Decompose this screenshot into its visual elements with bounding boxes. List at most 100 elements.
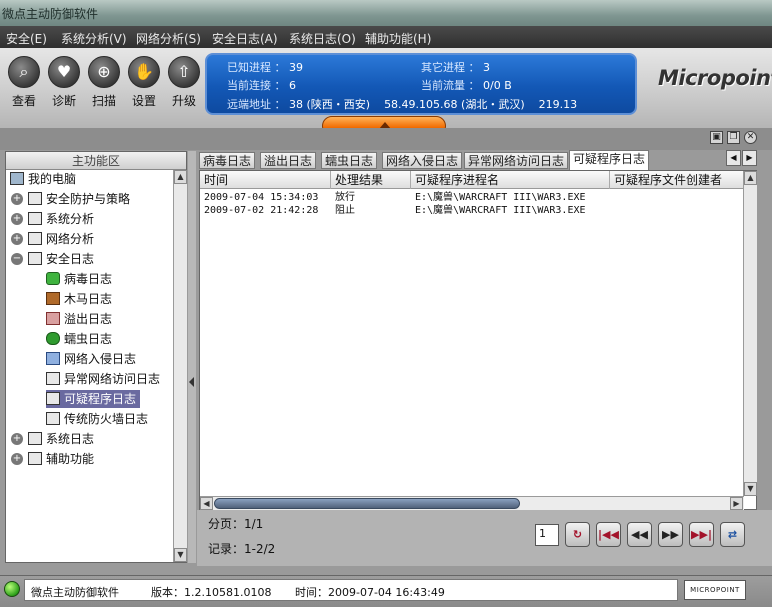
prev-page-button[interactable]: ◀◀	[627, 522, 652, 547]
content-top-strip	[0, 128, 772, 150]
cell-process: E:\魔兽\WARCRAFT III\WAR3.EXE	[415, 192, 586, 203]
tree-item[interactable]: − 安全日志	[6, 250, 98, 268]
tab-abnormal-network-log[interactable]: 异常网络访问日志	[464, 152, 569, 169]
collapse-icon[interactable]: −	[11, 253, 23, 265]
expand-icon[interactable]: +	[11, 453, 23, 465]
tab-overflow-log[interactable]: 溢出日志	[260, 152, 317, 169]
scroll-right-icon[interactable]: ▶	[730, 497, 743, 510]
log-table: 时间 处理结果 可疑程序进程名 可疑程序文件创建者 2009-07-04 15:…	[199, 170, 757, 510]
remote-address-stat: 远端地址 ： 38 (陕西・西安) 58.49.105.68 (湖北・武汉) 2…	[227, 98, 578, 111]
traffic-stat: 当前流量 ： 0/0 B	[421, 79, 512, 92]
computer-icon	[10, 172, 24, 185]
close-icon[interactable]: ✕	[744, 131, 757, 144]
tree-item[interactable]: 可疑程序日志	[46, 390, 141, 408]
tree-item[interactable]: 溢出日志	[46, 310, 116, 328]
expand-icon[interactable]: +	[11, 193, 23, 205]
tab-scroll-left-icon[interactable]: ◀	[726, 150, 741, 166]
panel-splitter[interactable]	[188, 151, 196, 563]
tree-item[interactable]: 网络入侵日志	[46, 350, 140, 368]
tree-item-label: 病毒日志	[64, 272, 113, 286]
sync-button[interactable]: ⇄	[720, 522, 745, 547]
expand-icon[interactable]: +	[11, 213, 23, 225]
table-vscrollbar[interactable]: ▲ ▼	[743, 171, 757, 496]
next-page-button[interactable]: ▶▶	[658, 522, 683, 547]
hand-icon: ✋	[128, 56, 160, 88]
refresh-icon: ↻	[572, 528, 583, 541]
policy-icon	[28, 192, 42, 205]
scroll-down-icon[interactable]: ▼	[744, 482, 757, 496]
menu-security-log[interactable]: 安全日志(A)	[212, 30, 278, 47]
status-text-area: 微点主动防御软件 版本：1.2.10581.0108 时间：2009-07-04…	[24, 579, 678, 601]
menu-help[interactable]: 辅助功能(H)	[365, 30, 431, 47]
table-hscrollbar[interactable]: ◀ ▶	[200, 496, 744, 510]
tree-item-label: 系统分析	[46, 212, 95, 226]
tools-icon	[28, 452, 42, 465]
tree-item[interactable]: 异常网络访问日志	[46, 370, 164, 388]
diagnose-button[interactable]: ♥ 诊断	[44, 56, 84, 109]
scroll-down-icon[interactable]: ▼	[174, 548, 187, 562]
tab-intrusion-log[interactable]: 网络入侵日志	[382, 152, 463, 169]
tile-icon[interactable]: ❐	[727, 131, 740, 144]
tree-item[interactable]: 我的电脑	[6, 170, 80, 188]
scroll-up-icon[interactable]: ▲	[744, 171, 757, 185]
menu-bar: 安全(E) 系统分析(V) 网络分析(S) 安全日志(A) 系统日志(O) 辅助…	[0, 26, 772, 48]
hscroll-thumb[interactable]	[214, 498, 520, 509]
menu-network-analysis[interactable]: 网络分析(S)	[136, 30, 201, 47]
page-number-input[interactable]: 1	[535, 524, 559, 546]
window-title: 微点主动防御软件	[2, 7, 99, 21]
status-version: 版本：1.2.10581.0108	[151, 586, 272, 599]
tree-item-label: 我的电脑	[28, 172, 77, 186]
trojan-icon	[46, 292, 60, 305]
tree-item[interactable]: 病毒日志	[46, 270, 116, 288]
table-row[interactable]: 2009-07-04 15:34:03 放行 E:\魔兽\WARCRAFT III\…	[200, 191, 744, 205]
log-tabs: 病毒日志 溢出日志 蠕虫日志 网络入侵日志 异常网络访问日志 可疑程序日志	[197, 150, 772, 170]
tab-virus-log[interactable]: 病毒日志	[199, 152, 256, 169]
menu-system-log[interactable]: 系统日志(O)	[289, 30, 356, 47]
tree-item[interactable]: + 网络分析	[6, 230, 98, 248]
scan-button[interactable]: ⊕ 扫描	[84, 56, 124, 109]
refresh-button[interactable]: ↻	[565, 522, 590, 547]
tab-worm-log[interactable]: 蠕虫日志	[321, 152, 378, 169]
micropoint-logo: Micropoint	[658, 66, 772, 90]
tree-item[interactable]: + 系统分析	[6, 210, 98, 228]
tree-item-label: 系统日志	[46, 432, 95, 446]
restore-icon[interactable]: ▣	[710, 131, 723, 144]
tree-item[interactable]: + 安全防护与策略	[6, 190, 134, 208]
tree-item-label: 溢出日志	[64, 312, 113, 326]
upgrade-button[interactable]: ⇧ 升级	[164, 56, 204, 109]
tab-suspicious-program-log[interactable]: 可疑程序日志	[569, 150, 650, 170]
syslog-icon	[28, 432, 42, 445]
scroll-left-icon[interactable]: ◀	[200, 497, 213, 510]
view-button[interactable]: ⌕ 查看	[4, 56, 44, 109]
menu-system-analysis[interactable]: 系统分析(V)	[61, 30, 127, 47]
scroll-up-icon[interactable]: ▲	[174, 170, 187, 184]
status-info-panel: 已知进程 ： 39 其它进程 ： 3 当前连接 ： 6 当前流量 ： 0/0 B…	[205, 53, 637, 115]
menu-security[interactable]: 安全(E)	[6, 30, 47, 47]
tree-item[interactable]: + 系统日志	[6, 430, 98, 448]
status-bar: 微点主动防御软件 版本：1.2.10581.0108 时间：2009-07-04…	[0, 575, 772, 607]
column-time[interactable]: 时间	[200, 171, 331, 189]
settings-button[interactable]: ✋ 设置	[124, 56, 164, 109]
expand-icon[interactable]: +	[11, 233, 23, 245]
tree-scrollbar[interactable]: ▲ ▼	[173, 170, 187, 562]
expand-icon[interactable]: +	[11, 433, 23, 445]
cell-result: 阻止	[335, 205, 355, 216]
collapse-left-icon	[189, 377, 194, 387]
first-page-button[interactable]: |◀◀	[596, 522, 621, 547]
scan-icon: ⊕	[88, 56, 120, 88]
tree-item[interactable]: + 辅助功能	[6, 450, 98, 468]
cell-process: E:\魔兽\WARCRAFT III\WAR3.EXE	[415, 205, 586, 216]
upgrade-icon: ⇧	[168, 56, 200, 88]
last-page-button[interactable]: ▶▶|	[689, 522, 714, 547]
column-process-name[interactable]: 可疑程序进程名	[411, 171, 610, 189]
prev-page-icon: ◀◀	[631, 528, 648, 541]
table-row[interactable]: 2009-07-02 21:42:28 阻止 E:\魔兽\WARCRAFT III\…	[200, 204, 744, 218]
overflow-icon	[46, 312, 60, 325]
column-result[interactable]: 处理结果	[331, 171, 411, 189]
tab-scroll-right-icon[interactable]: ▶	[742, 150, 757, 166]
tree-item-label: 蠕虫日志	[64, 332, 113, 346]
tree-item[interactable]: 蠕虫日志	[46, 330, 116, 348]
tree-item[interactable]: 木马日志	[46, 290, 116, 308]
column-file-creator[interactable]: 可疑程序文件创建者	[610, 171, 744, 189]
tree-item[interactable]: 传统防火墙日志	[46, 410, 152, 428]
